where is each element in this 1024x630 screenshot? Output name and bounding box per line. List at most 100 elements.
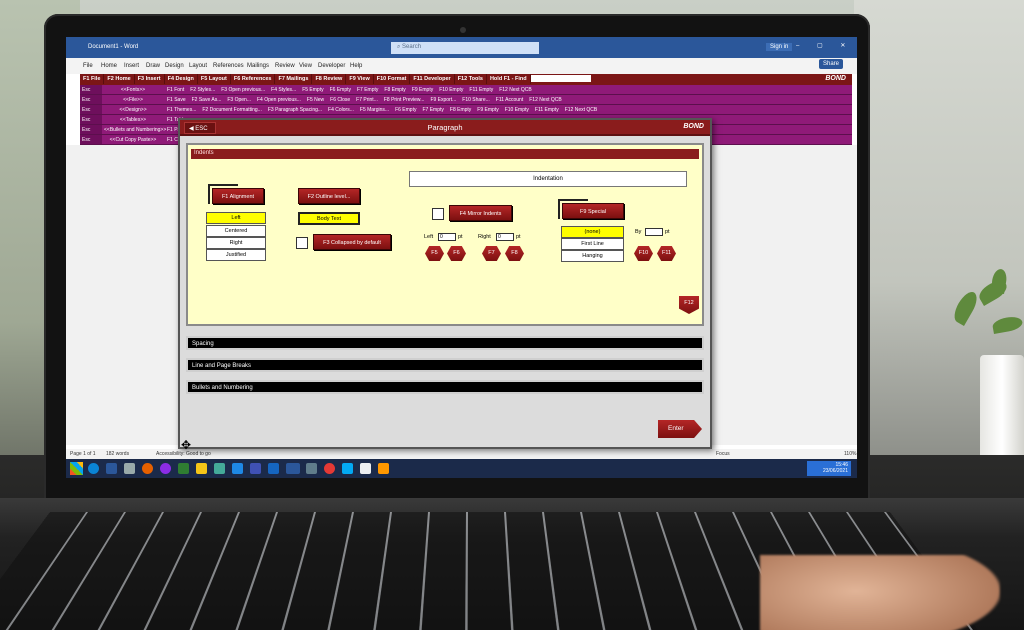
tab-mailings[interactable]: Mailings — [247, 63, 269, 69]
fkey-insert[interactable]: F3 Insert — [135, 74, 165, 84]
qcb-esc[interactable]: Esc — [80, 125, 102, 134]
qcb-item[interactable]: F3 Paragraph Spacing... — [265, 105, 325, 114]
tab-help[interactable]: Help — [350, 63, 362, 69]
qcb-item[interactable]: F5 Empty — [299, 85, 326, 94]
qcb-item[interactable]: F1 Themes... — [164, 105, 199, 114]
qcb-item[interactable]: F9 Empty — [474, 105, 501, 114]
right-indent-input[interactable]: 0 — [496, 233, 514, 241]
qcb-item[interactable]: F11 Empty — [466, 85, 496, 94]
f7-decrease-right-button[interactable]: F7 — [482, 246, 501, 261]
tab-references[interactable]: References — [213, 63, 244, 69]
fkey-find[interactable]: Hold F1 - Find — [487, 74, 531, 84]
collapsed-checkbox[interactable] — [296, 237, 308, 249]
left-indent-input[interactable]: 0 — [438, 233, 456, 241]
qcb-esc[interactable]: Esc — [80, 115, 102, 124]
fkey-tools[interactable]: F12 Tools — [455, 74, 487, 84]
qcb-esc[interactable]: Esc — [80, 85, 102, 94]
qcb-item[interactable]: F4 Open previous... — [254, 95, 304, 104]
qcb-item[interactable]: F9 Export... — [427, 95, 459, 104]
enter-button[interactable]: Enter — [658, 420, 702, 438]
qcb-item[interactable]: F6 Empty — [392, 105, 419, 114]
qcb-item[interactable]: F11 Account — [493, 95, 526, 104]
file-explorer-icon[interactable] — [106, 463, 117, 474]
qcb-item[interactable]: F6 Empty — [327, 85, 354, 94]
app-icon[interactable] — [378, 463, 389, 474]
app-icon[interactable] — [342, 463, 353, 474]
tab-insert[interactable]: Insert — [124, 63, 139, 69]
mirror-indents-button[interactable]: F4 Mirror Indents — [449, 205, 512, 221]
fkey-review[interactable]: F8 Review — [312, 74, 347, 84]
app-icon[interactable] — [178, 463, 189, 474]
app-icon[interactable] — [196, 463, 207, 474]
windows-start-icon[interactable] — [70, 462, 83, 475]
qcb-item[interactable]: F10 Share... — [459, 95, 493, 104]
qcb-item[interactable]: F11 Empty — [532, 105, 562, 114]
alignment-option-left[interactable]: Left — [206, 212, 266, 224]
fkey-format[interactable]: F10 Format — [374, 74, 411, 84]
tab-developer[interactable]: Developer — [318, 63, 345, 69]
fkey-mailings[interactable]: F7 Mailings — [275, 74, 313, 84]
special-button[interactable]: F9 Special — [562, 203, 624, 219]
system-clock[interactable]: 15:46 23/06/2021 — [807, 461, 851, 476]
fkey-design[interactable]: F4 Design — [165, 74, 198, 84]
tab-draw[interactable]: Draw — [146, 63, 160, 69]
qcb-item[interactable]: F8 Empty — [447, 105, 474, 114]
qcb-item[interactable]: F10 Empty — [436, 85, 466, 94]
qcb-item[interactable]: F4 Styles... — [268, 85, 299, 94]
qcb-item[interactable]: F1 Save — [164, 95, 189, 104]
qcb-item[interactable]: F12 Next QCB — [496, 85, 535, 94]
fkey-developer[interactable]: F11 Developer — [410, 74, 455, 84]
qcb-item[interactable]: F7 Empty — [419, 105, 446, 114]
app-icon[interactable] — [232, 463, 243, 474]
alignment-button[interactable]: F1 Alignment — [212, 188, 264, 204]
fkey-references[interactable]: F6 References — [231, 74, 276, 84]
tab-review[interactable]: Review — [275, 63, 295, 69]
alignment-option-justified[interactable]: Justified — [206, 249, 266, 261]
chrome-icon[interactable] — [324, 463, 335, 474]
qcb-item[interactable]: F9 Empty — [409, 85, 436, 94]
qcb-item[interactable]: F2 Styles... — [187, 85, 218, 94]
app-icon[interactable] — [268, 463, 279, 474]
special-option-none[interactable]: (none) — [561, 226, 624, 238]
line-page-breaks-section[interactable]: Line and Page Breaks — [186, 358, 704, 372]
tab-home[interactable]: Home — [101, 63, 117, 69]
qcb-item[interactable]: F8 Empty — [381, 85, 408, 94]
app-icon[interactable] — [306, 463, 317, 474]
app-icon[interactable] — [214, 463, 225, 474]
f8-increase-right-button[interactable]: F8 — [505, 246, 524, 261]
special-option-first-line[interactable]: First Line — [561, 238, 624, 250]
fkey-file[interactable]: F1 File — [80, 74, 105, 84]
edge-icon[interactable] — [88, 463, 99, 474]
qcb-item[interactable]: F4 Colors... — [325, 105, 357, 114]
bullets-numbering-section[interactable]: Bullets and Numbering — [186, 380, 704, 394]
fkey-view[interactable]: F9 View — [346, 74, 374, 84]
qcb-item[interactable]: F6 Close — [327, 95, 353, 104]
qcb-item[interactable]: F10 Empty — [502, 105, 532, 114]
share-button[interactable]: Share — [819, 59, 844, 69]
fkey-layout[interactable]: F5 Layout — [198, 74, 231, 84]
qcb-item[interactable]: F1 Font — [164, 85, 187, 94]
f6-increase-left-button[interactable]: F6 — [447, 246, 466, 261]
app-icon[interactable] — [250, 463, 261, 474]
firefox-icon[interactable] — [142, 463, 153, 474]
alignment-option-centered[interactable]: Centered — [206, 225, 266, 237]
qcb-item[interactable]: F2 Document Formatting... — [199, 105, 264, 114]
app-icon[interactable] — [160, 463, 171, 474]
qcb-item[interactable]: F3 Open... — [224, 95, 254, 104]
qcb-item[interactable]: F7 Empty — [354, 85, 381, 94]
fkey-home[interactable]: F2 Home — [104, 74, 135, 84]
qcb-item[interactable]: F2 Save As... — [189, 95, 225, 104]
qcb-item[interactable]: F5 Margins... — [357, 105, 392, 114]
app-icon[interactable] — [124, 463, 135, 474]
by-input[interactable] — [645, 228, 663, 236]
tab-file[interactable]: File — [83, 63, 93, 69]
spacing-section[interactable]: Spacing — [186, 336, 704, 350]
qcb-item[interactable]: F5 New — [304, 95, 327, 104]
sign-in-button[interactable]: Sign in — [766, 43, 793, 51]
zoom-level[interactable]: 110% — [844, 451, 856, 457]
special-option-hanging[interactable]: Hanging — [561, 250, 624, 262]
qcb-esc[interactable]: Esc — [80, 95, 102, 104]
word-icon[interactable] — [286, 463, 300, 474]
qcb-item[interactable]: F8 Print Preview... — [381, 95, 428, 104]
qcb-item[interactable]: F3 Open previous... — [218, 85, 268, 94]
